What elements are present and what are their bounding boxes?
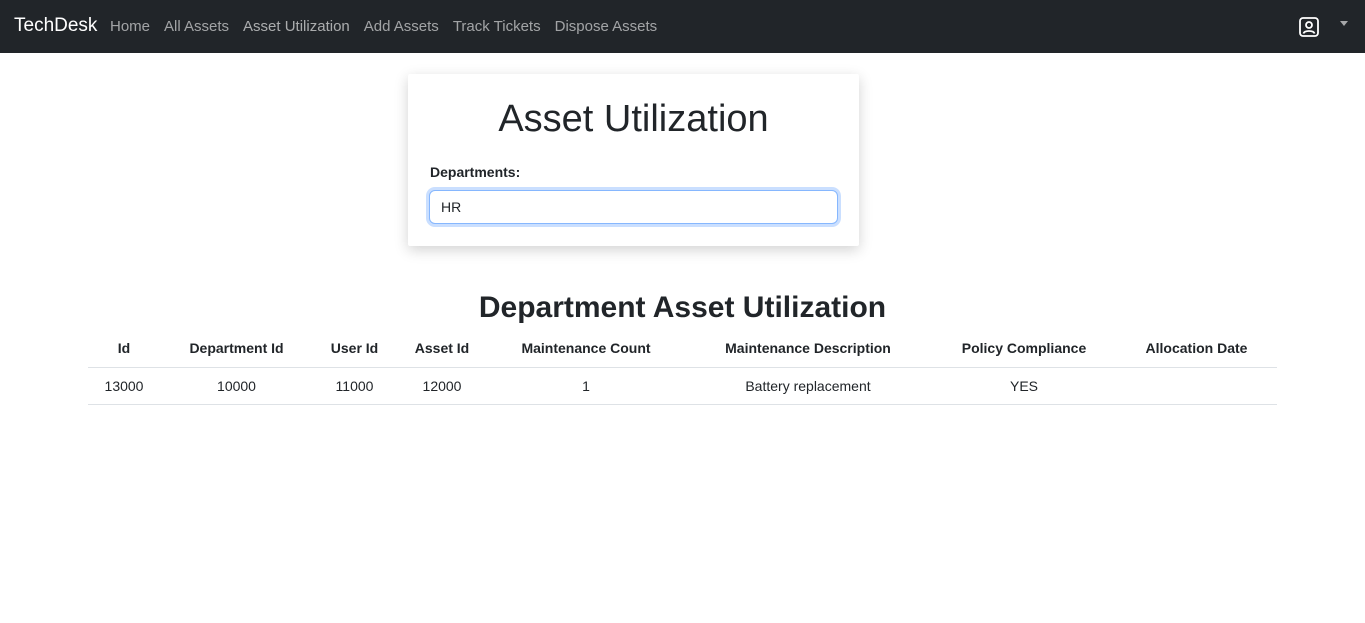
- column-header-policy-compliance: Policy Compliance: [932, 330, 1116, 368]
- column-header-allocation-date: Allocation Date: [1116, 330, 1277, 368]
- cell-asset-id: 12000: [396, 367, 488, 405]
- nav-link-track-tickets[interactable]: Track Tickets: [446, 17, 548, 37]
- nav-link-add-assets[interactable]: Add Assets: [357, 17, 446, 37]
- top-navbar: TechDesk Home All Assets Asset Utilizati…: [0, 0, 1365, 53]
- cell-id: 13000: [88, 367, 160, 405]
- cell-allocation-date: [1116, 367, 1277, 405]
- departments-input[interactable]: [429, 190, 838, 224]
- cell-user-id: 11000: [313, 367, 396, 405]
- nav-link-dispose-assets[interactable]: Dispose Assets: [548, 17, 665, 37]
- page-title: Asset Utilization: [498, 98, 769, 140]
- utilization-table: Id Department Id User Id Asset Id Mainte…: [88, 330, 1277, 405]
- nav-link-all-assets[interactable]: All Assets: [157, 17, 236, 37]
- nav-link-asset-utilization[interactable]: Asset Utilization: [236, 17, 357, 37]
- cell-maintenance-description: Battery replacement: [684, 367, 932, 405]
- column-header-maintenance-count: Maintenance Count: [488, 330, 684, 368]
- caret-down-icon: [1340, 20, 1348, 26]
- nav-links: Home All Assets Asset Utilization Add As…: [103, 17, 664, 37]
- column-header-user-id: User Id: [313, 330, 396, 368]
- asset-utilization-card: Asset Utilization Departments:: [408, 74, 859, 246]
- brand-link[interactable]: TechDesk: [14, 14, 97, 38]
- cell-maintenance-count: 1: [488, 367, 684, 405]
- table-header-row: Id Department Id User Id Asset Id Mainte…: [88, 330, 1277, 368]
- column-header-asset-id: Asset Id: [396, 330, 488, 368]
- cell-department-id: 10000: [160, 367, 313, 405]
- column-header-maintenance-description: Maintenance Description: [684, 330, 932, 368]
- departments-label: Departments:: [430, 164, 521, 180]
- column-header-department-id: Department Id: [160, 330, 313, 368]
- user-square-icon: [1299, 17, 1319, 37]
- user-menu-toggle[interactable]: [1298, 16, 1348, 38]
- nav-link-home[interactable]: Home: [103, 17, 157, 37]
- department-utilization-heading: Department Asset Utilization: [478, 291, 887, 324]
- cell-policy-compliance: YES: [932, 367, 1116, 405]
- table-row: 13000 10000 11000 12000 1 Battery replac…: [88, 367, 1277, 405]
- column-header-id: Id: [88, 330, 160, 368]
